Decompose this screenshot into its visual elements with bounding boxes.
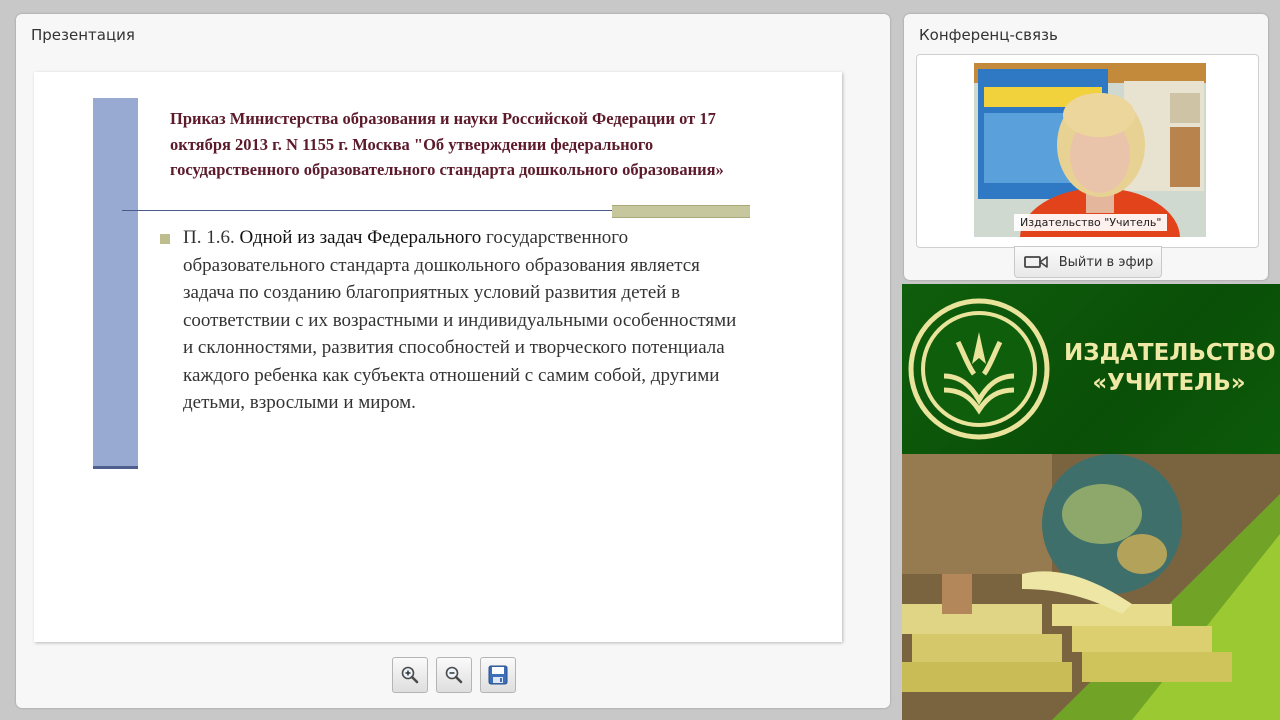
slide-side-bar — [93, 98, 138, 469]
save-icon — [488, 665, 508, 685]
zoom-in-button[interactable] — [392, 657, 428, 693]
camera-icon — [1023, 256, 1048, 268]
save-button[interactable] — [480, 657, 516, 693]
slide-body: П. 1.6. Одной из задач Федерального госу… — [183, 224, 743, 417]
books-globe-image — [902, 454, 1280, 720]
presentation-slide: Приказ Министерства образования и науки … — [34, 72, 842, 642]
go-on-air-label: Выйти в эфир — [1058, 254, 1154, 270]
publisher-name-line2: «УЧИТЕЛЬ» — [1092, 370, 1246, 396]
presentation-toolbar — [392, 657, 516, 693]
publisher-banner: ИЗДАТЕЛЬСТВО «УЧИТЕЛЬ» — [902, 284, 1280, 720]
bullet-square-icon — [160, 234, 170, 244]
video-frame: Издательство "Учитель" — [916, 54, 1259, 248]
webcam-image — [974, 63, 1206, 237]
go-on-air-button[interactable]: Выйти в эфир — [1014, 246, 1162, 278]
zoom-in-icon — [401, 666, 419, 684]
webcam-video: Издательство "Учитель" — [974, 63, 1206, 237]
publisher-logo-icon — [908, 298, 1050, 440]
presentation-panel: Презентация Приказ Министерства образова… — [16, 14, 890, 708]
slide-body-highlight: Одной из задач Федерального — [239, 227, 482, 248]
slide-heading: Приказ Министерства образования и науки … — [170, 109, 724, 179]
zoom-out-button[interactable] — [436, 657, 472, 693]
conference-panel-title: Конференц-связь — [919, 26, 1058, 44]
publisher-name-line1: ИЗДАТЕЛЬСТВО — [1064, 340, 1276, 366]
publisher-name: ИЗДАТЕЛЬСТВО «УЧИТЕЛЬ» — [1064, 338, 1276, 398]
conference-panel: Конференц-связь Издательство "Учитель" В… — [904, 14, 1268, 280]
presentation-panel-title: Презентация — [31, 26, 135, 44]
slide-body-prefix: П. 1.6. — [183, 227, 240, 248]
publisher-banner-top: ИЗДАТЕЛЬСТВО «УЧИТЕЛЬ» — [902, 284, 1280, 454]
zoom-out-icon — [445, 666, 463, 684]
slide-accent-bar — [612, 205, 750, 218]
books-globe-illustration — [902, 454, 1280, 720]
slide-body-rest: государственного образовательного станда… — [183, 227, 737, 413]
video-caption: Издательство "Учитель" — [1014, 214, 1168, 231]
